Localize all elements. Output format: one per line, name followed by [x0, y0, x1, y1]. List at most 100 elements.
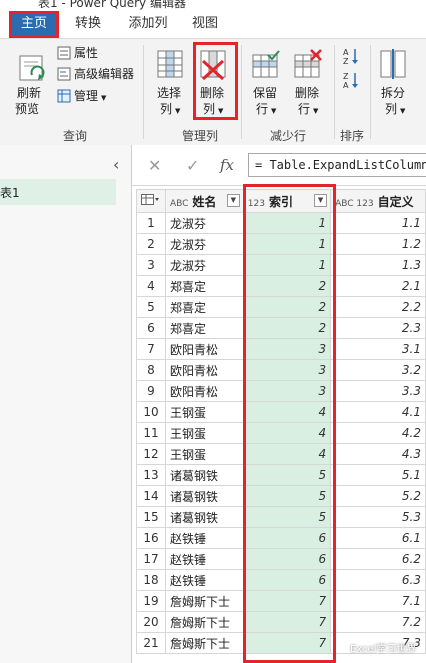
name-cell[interactable]: 龙淑芬	[164, 233, 244, 255]
table-row[interactable]: 19 詹姆斯下士 7 7.1	[136, 590, 426, 612]
name-cell[interactable]: 王钢蛋	[164, 443, 244, 465]
formula-input[interactable]: = Table.ExpandListColumn(	[248, 153, 426, 177]
name-cell[interactable]: 郑喜定	[164, 296, 244, 318]
custom-cell[interactable]: 1.2	[330, 233, 426, 255]
table-row[interactable]: 5 郑喜定 2 2.2	[136, 296, 426, 318]
cancel-icon[interactable]: ✕	[148, 156, 161, 175]
custom-cell[interactable]: 2.3	[330, 317, 426, 339]
table-menu-header[interactable]	[136, 189, 166, 213]
index-cell[interactable]: 1	[242, 254, 332, 276]
index-cell[interactable]: 6	[242, 527, 332, 549]
row-number[interactable]: 6	[136, 317, 166, 339]
row-number[interactable]: 5	[136, 296, 166, 318]
name-cell[interactable]: 赵铁锤	[164, 548, 244, 570]
table-row[interactable]: 10 王钢蛋 4 4.1	[136, 401, 426, 423]
column-header-index[interactable]: 123 索引 ▼	[242, 189, 332, 213]
filter-dropdown-icon[interactable]: ▼	[314, 194, 328, 207]
custom-cell[interactable]: 4.3	[330, 443, 426, 465]
table-row[interactable]: 18 赵铁锤 6 6.3	[136, 569, 426, 591]
table-row[interactable]: 3 龙淑芬 1 1.3	[136, 254, 426, 276]
row-number[interactable]: 17	[136, 548, 166, 570]
table-row[interactable]: 1 龙淑芬 1 1.1	[136, 212, 426, 234]
custom-cell[interactable]: 5.2	[330, 485, 426, 507]
fx-icon[interactable]: fx	[220, 156, 234, 174]
tab-view[interactable]: 视图	[184, 12, 226, 36]
row-number[interactable]: 9	[136, 380, 166, 402]
name-cell[interactable]: 王钢蛋	[164, 422, 244, 444]
custom-cell[interactable]: 1.3	[330, 254, 426, 276]
row-number[interactable]: 16	[136, 527, 166, 549]
index-cell[interactable]: 7	[242, 632, 332, 654]
tab-home[interactable]: 主页	[12, 12, 56, 36]
custom-cell[interactable]: 6.3	[330, 569, 426, 591]
row-number[interactable]: 7	[136, 338, 166, 360]
index-cell[interactable]: 2	[242, 296, 332, 318]
index-cell[interactable]: 6	[242, 548, 332, 570]
row-number[interactable]: 21	[136, 632, 166, 654]
table-row[interactable]: 16 赵铁锤 6 6.1	[136, 527, 426, 549]
index-cell[interactable]: 1	[242, 233, 332, 255]
row-number[interactable]: 12	[136, 443, 166, 465]
row-number[interactable]: 2	[136, 233, 166, 255]
custom-cell[interactable]: 7.2	[330, 611, 426, 633]
column-header-name[interactable]: ABC 姓名 ▼	[164, 189, 244, 213]
name-cell[interactable]: 诸葛钢铁	[164, 464, 244, 486]
index-cell[interactable]: 7	[242, 611, 332, 633]
table-row[interactable]: 17 赵铁锤 6 6.2	[136, 548, 426, 570]
custom-cell[interactable]: 2.2	[330, 296, 426, 318]
custom-cell[interactable]: 3.2	[330, 359, 426, 381]
name-cell[interactable]: 欧阳青松	[164, 380, 244, 402]
index-cell[interactable]: 3	[242, 338, 332, 360]
index-cell[interactable]: 1	[242, 212, 332, 234]
row-number[interactable]: 4	[136, 275, 166, 297]
row-number[interactable]: 13	[136, 464, 166, 486]
name-cell[interactable]: 詹姆斯下士	[164, 590, 244, 612]
index-cell[interactable]: 7	[242, 590, 332, 612]
custom-cell[interactable]: 4.1	[330, 401, 426, 423]
index-cell[interactable]: 4	[242, 401, 332, 423]
name-cell[interactable]: 欧阳青松	[164, 359, 244, 381]
custom-cell[interactable]: 6.1	[330, 527, 426, 549]
custom-cell[interactable]: 6.2	[330, 548, 426, 570]
row-number[interactable]: 1	[136, 212, 166, 234]
name-cell[interactable]: 赵铁锤	[164, 527, 244, 549]
name-cell[interactable]: 诸葛钢铁	[164, 485, 244, 507]
row-number[interactable]: 3	[136, 254, 166, 276]
custom-cell[interactable]: 2.1	[330, 275, 426, 297]
name-cell[interactable]: 诸葛钢铁	[164, 506, 244, 528]
custom-cell[interactable]: 4.2	[330, 422, 426, 444]
custom-cell[interactable]: 7.1	[330, 590, 426, 612]
name-cell[interactable]: 王钢蛋	[164, 401, 244, 423]
table-row[interactable]: 8 欧阳青松 3 3.2	[136, 359, 426, 381]
name-cell[interactable]: 郑喜定	[164, 317, 244, 339]
index-cell[interactable]: 6	[242, 569, 332, 591]
confirm-icon[interactable]: ✓	[186, 156, 199, 175]
index-cell[interactable]: 5	[242, 485, 332, 507]
column-header-custom[interactable]: ABC 123 自定义	[330, 189, 426, 213]
filter-dropdown-icon[interactable]: ▼	[226, 194, 240, 207]
name-cell[interactable]: 詹姆斯下士	[164, 632, 244, 654]
row-number[interactable]: 20	[136, 611, 166, 633]
name-cell[interactable]: 赵铁锤	[164, 569, 244, 591]
tab-transform[interactable]: 转换	[66, 12, 110, 36]
custom-cell[interactable]: 5.1	[330, 464, 426, 486]
collapse-chevron-icon[interactable]: ‹	[113, 155, 119, 174]
row-number[interactable]: 19	[136, 590, 166, 612]
row-number[interactable]: 11	[136, 422, 166, 444]
index-cell[interactable]: 5	[242, 464, 332, 486]
name-cell[interactable]: 龙淑芬	[164, 212, 244, 234]
table-row[interactable]: 14 诸葛钢铁 5 5.2	[136, 485, 426, 507]
index-cell[interactable]: 2	[242, 317, 332, 339]
table-row[interactable]: 7 欧阳青松 3 3.1	[136, 338, 426, 360]
row-number[interactable]: 15	[136, 506, 166, 528]
name-cell[interactable]: 詹姆斯下士	[164, 611, 244, 633]
custom-cell[interactable]: 3.1	[330, 338, 426, 360]
table-row[interactable]: 13 诸葛钢铁 5 5.1	[136, 464, 426, 486]
table-row[interactable]: 9 欧阳青松 3 3.3	[136, 380, 426, 402]
name-cell[interactable]: 欧阳青松	[164, 338, 244, 360]
index-cell[interactable]: 4	[242, 443, 332, 465]
name-cell[interactable]: 郑喜定	[164, 275, 244, 297]
index-cell[interactable]: 4	[242, 422, 332, 444]
index-cell[interactable]: 3	[242, 380, 332, 402]
table-row[interactable]: 2 龙淑芬 1 1.2	[136, 233, 426, 255]
